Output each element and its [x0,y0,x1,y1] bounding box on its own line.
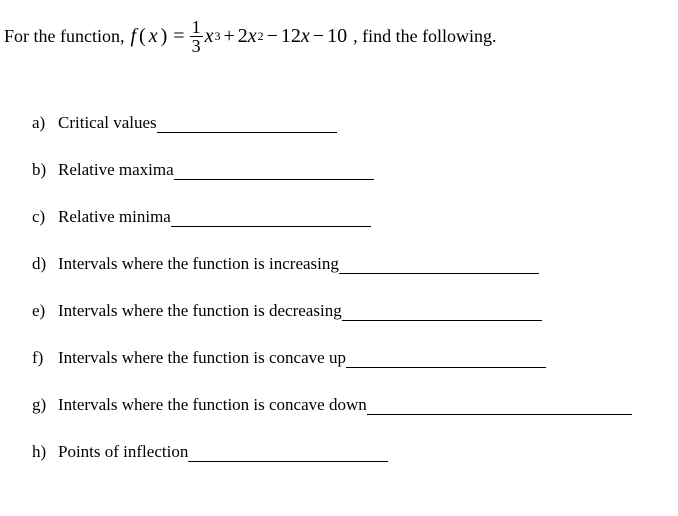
item-letter: b) [32,160,58,180]
term4-const: 10 [327,25,347,48]
item-letter: g) [32,395,58,415]
item-letter: h) [32,442,58,462]
term1-var: x [205,25,214,48]
answer-blank[interactable] [157,113,337,133]
term2-var: x [248,25,257,48]
formula-lhs-fn: f [130,25,136,48]
item-letter: a) [32,113,58,133]
item-letter: d) [32,254,58,274]
worksheet-page: For the function, f(x) = 1 3 x3 + 2x2 − … [0,0,678,499]
question-list: a) Critical values b) Relative maxima c)… [32,113,674,462]
minus-1: − [267,25,278,48]
frac-den: 3 [190,36,203,55]
item-label: Intervals where the function is concave … [58,348,346,368]
item-a: a) Critical values [32,113,674,133]
function-formula: f(x) = 1 3 x3 + 2x2 − 12x − 10 [130,18,347,55]
equals-sign: = [173,25,184,48]
prompt-suffix: , find the following. [353,26,496,47]
answer-blank[interactable] [342,301,542,321]
answer-blank[interactable] [174,160,374,180]
item-label: Points of inflection [58,442,188,462]
item-label: Intervals where the function is increasi… [58,254,339,274]
item-letter: c) [32,207,58,227]
item-label: Relative maxima [58,160,174,180]
frac-num: 1 [190,18,203,36]
item-letter: e) [32,301,58,321]
answer-blank[interactable] [346,348,546,368]
term3-var: x [301,25,310,48]
minus-2: − [313,25,324,48]
item-letter: f) [32,348,58,368]
item-label: Intervals where the function is decreasi… [58,301,342,321]
item-h: h) Points of inflection [32,442,674,462]
prompt-prefix: For the function, [4,26,124,47]
term2-exp: 2 [258,29,264,44]
term3-coef: 12 [281,25,301,48]
answer-blank[interactable] [171,207,371,227]
item-d: d) Intervals where the function is incre… [32,254,674,274]
item-label: Critical values [58,113,157,133]
item-c: c) Relative minima [32,207,674,227]
item-label: Intervals where the function is concave … [58,395,367,415]
answer-blank[interactable] [367,395,632,415]
rparen: ) [161,25,168,48]
item-f: f) Intervals where the function is conca… [32,348,674,368]
term1-exp: 3 [214,29,220,44]
item-b: b) Relative maxima [32,160,674,180]
fraction-one-third: 1 3 [190,18,203,55]
answer-blank[interactable] [339,254,539,274]
prompt-line: For the function, f(x) = 1 3 x3 + 2x2 − … [4,18,674,55]
item-g: g) Intervals where the function is conca… [32,395,674,415]
item-label: Relative minima [58,207,171,227]
lparen: ( [139,25,146,48]
answer-blank[interactable] [188,442,388,462]
plus-1: + [223,25,234,48]
term2-coef: 2 [238,25,248,48]
formula-lhs-var: x [149,25,158,48]
item-e: e) Intervals where the function is decre… [32,301,674,321]
